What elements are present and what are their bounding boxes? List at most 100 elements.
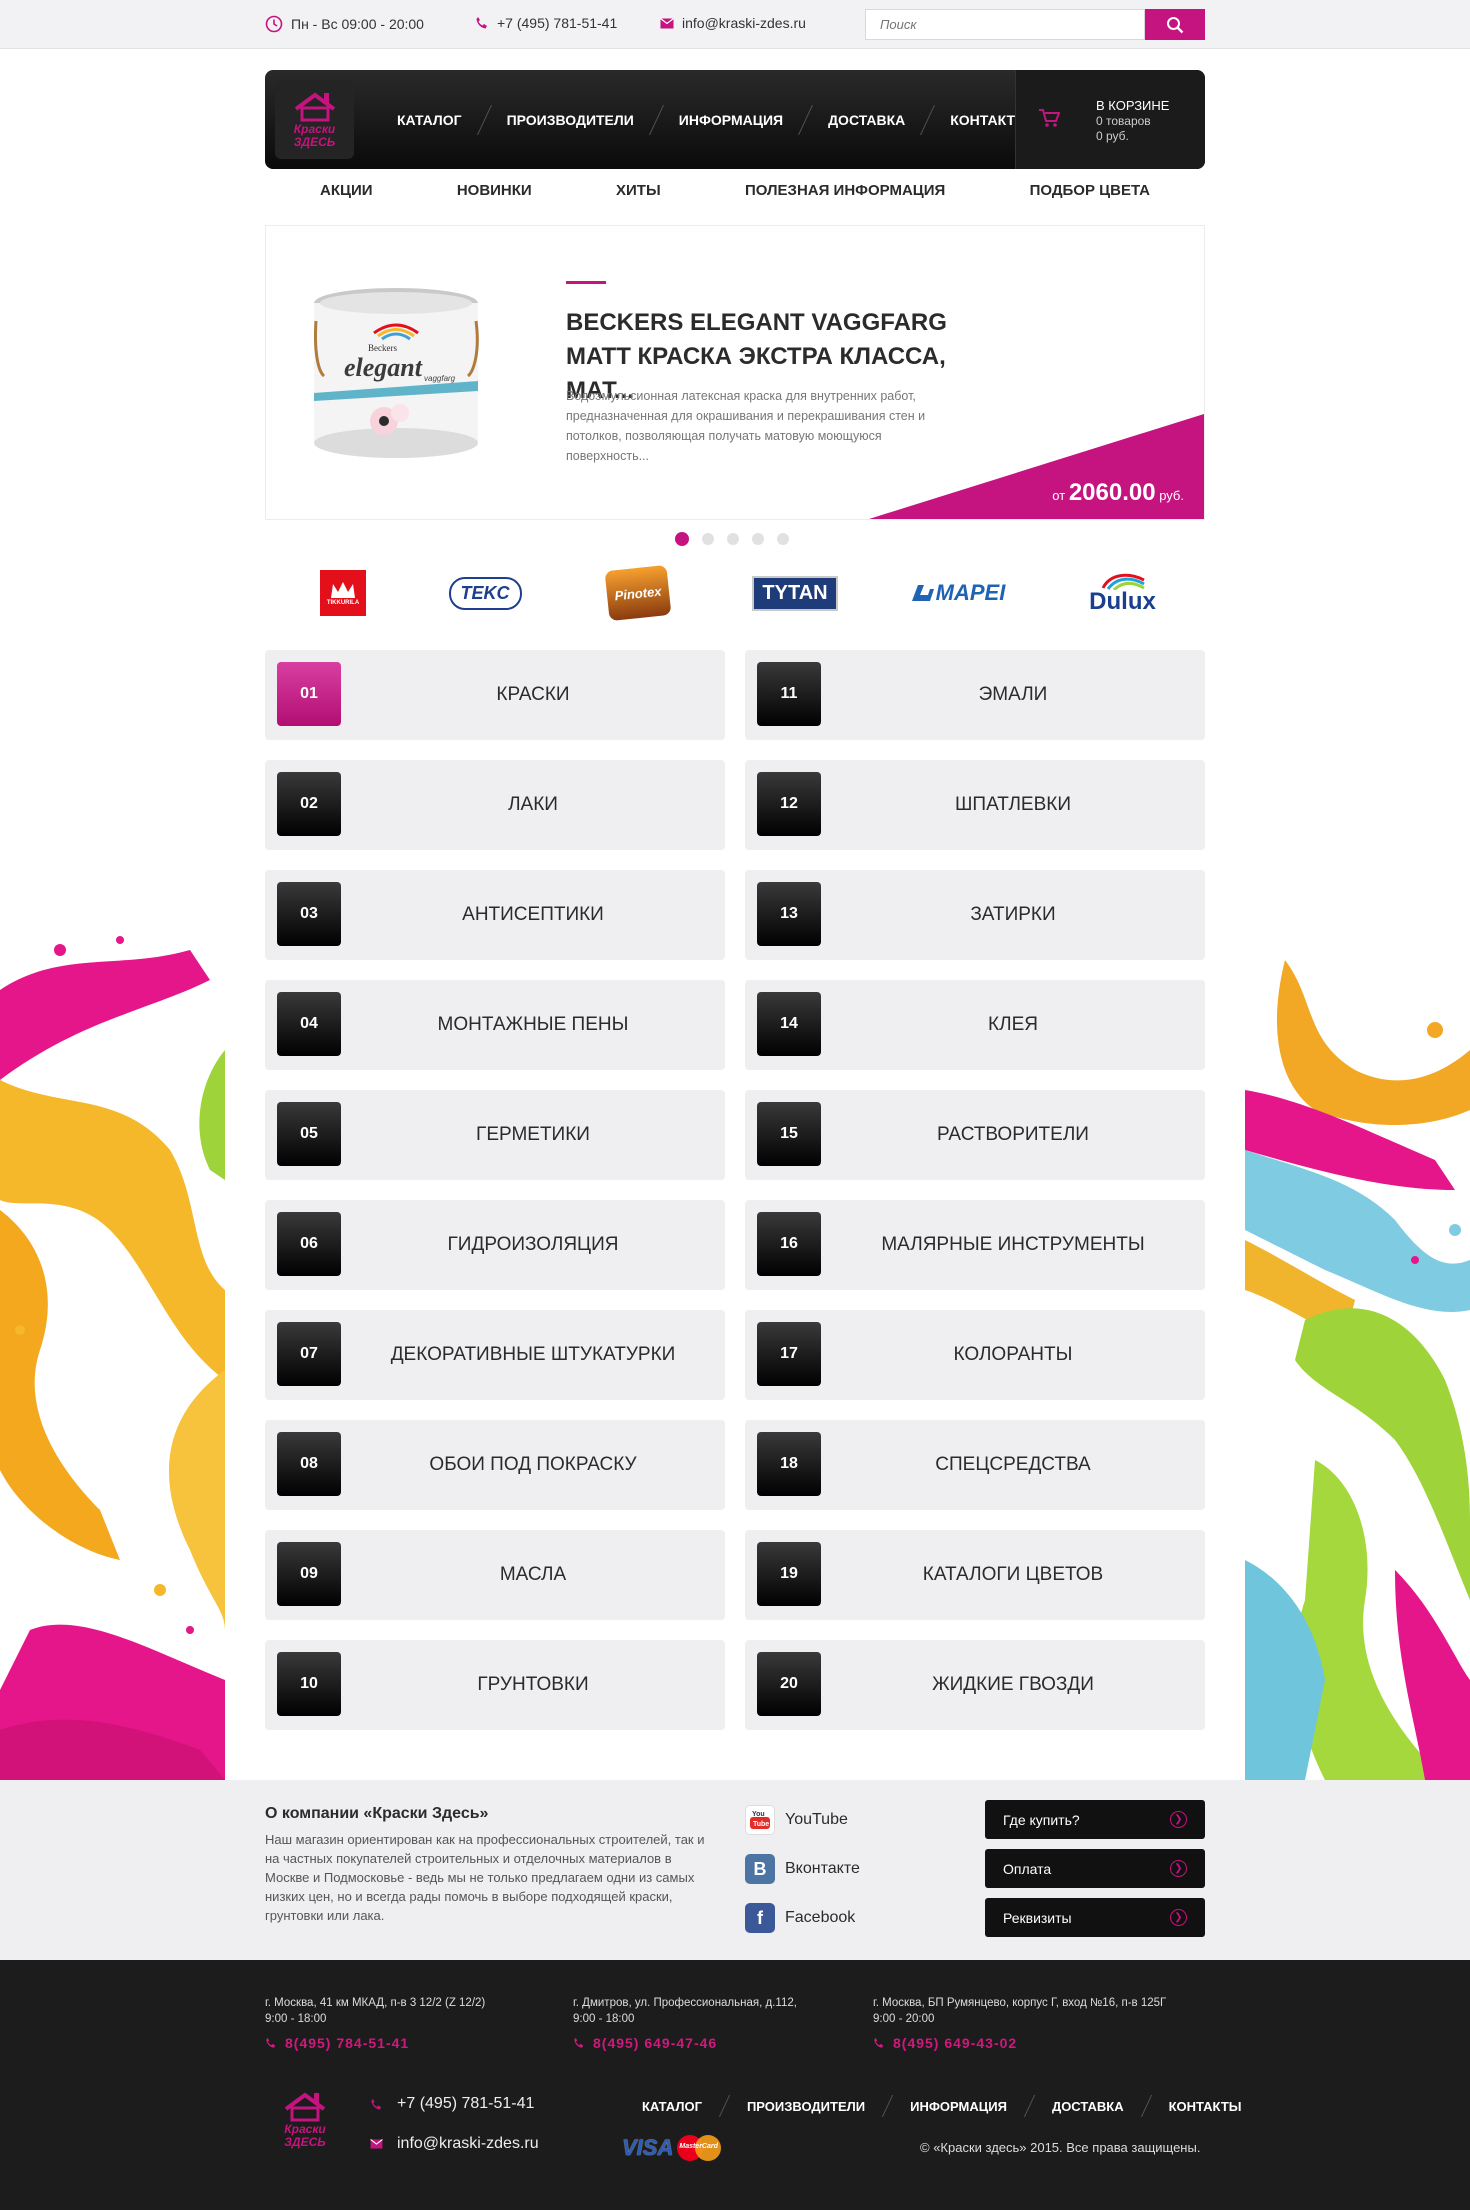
search-input[interactable] <box>866 10 1146 39</box>
category-tile[interactable]: 03 АНТИСЕПТИКИ <box>265 870 725 960</box>
address-text: г. Москва, БП Румянцево, корпус Г, вход … <box>873 1997 1167 2009</box>
brand-name: Dulux <box>1089 588 1156 615</box>
category-number: 01 <box>277 662 341 726</box>
about-section: О компании «Краски Здесь» Наш магазин ор… <box>0 1780 1470 1960</box>
category-label: РАСТВОРИТЕЛИ <box>937 1124 1089 1145</box>
footer-nav: КАТАЛОГ ПРОИЗВОДИТЕЛИ ИНФОРМАЦИЯ ДОСТАВК… <box>620 2095 1263 2117</box>
social-facebook[interactable]: f Facebook <box>745 1903 855 1933</box>
category-tile[interactable]: 10 ГРУНТОВКИ <box>265 1640 725 1730</box>
category-tile[interactable]: 13 ЗАТИРКИ <box>745 870 1205 960</box>
footer-phone[interactable]: +7 (495) 781-51-41 <box>370 2095 534 2113</box>
category-tile[interactable]: 18 СПЕЦСРЕДСТВА <box>745 1420 1205 1510</box>
paint-can-image: Beckers elegant vaggfarg <box>304 281 489 471</box>
footer-nav-delivery[interactable]: ДОСТАВКА <box>1030 2099 1146 2114</box>
paint-splash-right <box>1245 960 1470 1780</box>
footer-email[interactable]: info@kraski-zdes.ru <box>370 2135 539 2153</box>
search-button[interactable] <box>1145 9 1205 40</box>
category-number: 13 <box>757 882 821 946</box>
payment-button[interactable]: Оплата ❯ <box>985 1849 1205 1888</box>
social-youtube[interactable]: You Tube YouTube <box>745 1805 848 1835</box>
site-logo[interactable]: Краски Здесь <box>275 80 354 159</box>
category-label: ГРУНТОВКИ <box>477 1674 589 1695</box>
slider-dot[interactable] <box>702 533 714 545</box>
subnav-sales[interactable]: АКЦИИ <box>320 182 373 212</box>
nav-information[interactable]: ИНФОРМАЦИЯ <box>657 112 805 128</box>
category-number: 03 <box>277 882 341 946</box>
store-phone-1[interactable]: 8(495) 784-51-41 <box>265 2035 409 2051</box>
category-tile[interactable]: 12 ШПАТЛЕВКИ <box>745 760 1205 850</box>
subnav-useful-info[interactable]: ПОЛЕЗНАЯ ИНФОРМАЦИЯ <box>745 182 945 212</box>
slider-dot[interactable] <box>675 532 689 546</box>
cart-items-count: 0 товаров <box>1096 114 1151 128</box>
subnav-new[interactable]: НОВИНКИ <box>457 182 532 212</box>
logo-text-line1: Краски <box>293 121 336 136</box>
brand-teks[interactable]: TEKC <box>445 565 525 621</box>
nav-manufacturers[interactable]: ПРОИЗВОДИТЕЛИ <box>485 112 656 128</box>
top-bar: Пн - Вс 09:00 - 20:00 +7 (495) 781-51-41… <box>0 0 1470 49</box>
where-to-buy-button[interactable]: Где купить? ❯ <box>985 1800 1205 1839</box>
cart-widget[interactable]: В КОРЗИНЕ 0 товаров 0 руб. <box>1015 70 1205 169</box>
facebook-icon: f <box>745 1903 775 1933</box>
nav-catalog[interactable]: КАТАЛОГ <box>375 112 484 128</box>
footer-nav-contacts[interactable]: КОНТАКТЫ <box>1147 2099 1264 2114</box>
slider-dot[interactable] <box>752 533 764 545</box>
category-tile[interactable]: 16 МАЛЯРНЫЕ ИНСТРУМЕНТЫ <box>745 1200 1205 1290</box>
hours-text: Пн - Вс 09:00 - 20:00 <box>291 16 424 32</box>
slider-dot[interactable] <box>777 533 789 545</box>
category-tile[interactable]: 19 КАТАЛОГИ ЦВЕТОВ <box>745 1530 1205 1620</box>
category-label: ШПАТЛЕВКИ <box>955 794 1071 815</box>
nav-delivery[interactable]: ДОСТАВКА <box>806 112 927 128</box>
category-tile[interactable]: 15 РАСТВОРИТЕЛИ <box>745 1090 1205 1180</box>
footer-nav-information[interactable]: ИНФОРМАЦИЯ <box>888 2099 1029 2114</box>
category-number: 02 <box>277 772 341 836</box>
slider-dot[interactable] <box>727 533 739 545</box>
brand-tikkurila[interactable]: TIKKURILA <box>318 565 368 621</box>
category-tile[interactable]: 04 МОНТАЖНЫЕ ПЕНЫ <box>265 980 725 1070</box>
phone-icon <box>476 17 487 29</box>
subnav-hits[interactable]: ХИТЫ <box>616 182 661 212</box>
mail-icon <box>660 17 674 28</box>
brand-dulux[interactable]: Dulux <box>1080 565 1165 621</box>
brand-tytan[interactable]: TYTAN <box>752 565 838 621</box>
top-phone[interactable]: +7 (495) 781-51-41 <box>475 15 617 31</box>
requisites-button[interactable]: Реквизиты ❯ <box>985 1898 1205 1937</box>
logo-text-line2: Здесь <box>293 134 336 149</box>
social-vkontakte[interactable]: B Вконтакте <box>745 1854 860 1884</box>
category-tile[interactable]: 06 ГИДРОИЗОЛЯЦИЯ <box>265 1200 725 1290</box>
can-brand-text: Beckers <box>368 343 397 353</box>
secondary-nav: АКЦИИ НОВИНКИ ХИТЫ ПОЛЕЗНАЯ ИНФОРМАЦИЯ П… <box>265 182 1205 212</box>
store-phone-3[interactable]: 8(495) 649-43-02 <box>873 2035 1017 2051</box>
product-slider[interactable]: Beckers elegant vaggfarg BECKERS ELEGANT… <box>265 225 1205 520</box>
category-number: 16 <box>757 1212 821 1276</box>
footer-logo[interactable]: Краски Здесь <box>265 2080 345 2160</box>
store-phone-2[interactable]: 8(495) 649-47-46 <box>573 2035 717 2051</box>
category-number: 07 <box>277 1322 341 1386</box>
category-number: 09 <box>277 1542 341 1606</box>
category-number: 10 <box>277 1652 341 1716</box>
phone-text: 8(495) 649-43-02 <box>893 2035 1018 2051</box>
top-email[interactable]: info@kraski-zdes.ru <box>660 15 806 31</box>
category-tile[interactable]: 07 ДЕКОРАТИВНЫЕ ШТУКАТУРКИ <box>265 1310 725 1400</box>
category-tile[interactable]: 01 КРАСКИ <box>265 650 725 740</box>
phone-icon <box>266 2037 276 2048</box>
category-label: МАСЛА <box>499 1564 567 1585</box>
category-tile[interactable]: 05 ГЕРМЕТИКИ <box>265 1090 725 1180</box>
clock-icon <box>265 15 283 33</box>
address-hours: 9:00 - 18:00 <box>265 2013 327 2025</box>
footer-nav-catalog[interactable]: КАТАЛОГ <box>620 2099 724 2114</box>
category-tile[interactable]: 17 КОЛОРАНТЫ <box>745 1310 1205 1400</box>
category-tile[interactable]: 09 МАСЛА <box>265 1530 725 1620</box>
category-tile[interactable]: 11 ЭМАЛИ <box>745 650 1205 740</box>
brand-mapei[interactable]: MAPEI <box>900 565 1015 621</box>
brand-pinotex[interactable]: Pinotex <box>603 564 673 622</box>
category-tile[interactable]: 02 ЛАКИ <box>265 760 725 850</box>
teks-logo-icon: TEKC <box>448 576 522 610</box>
footer-nav-manufacturers[interactable]: ПРОИЗВОДИТЕЛИ <box>725 2099 887 2114</box>
category-tile[interactable]: 08 ОБОИ ПОД ПОКРАСКУ <box>265 1420 725 1510</box>
category-tile[interactable]: 20 ЖИДКИЕ ГВОЗДИ <box>745 1640 1205 1730</box>
main-header: Краски Здесь КАТАЛОГ ПРОИЗВОДИТЕЛИ ИНФОР… <box>265 70 1205 169</box>
email-text: info@kraski-zdes.ru <box>682 15 806 31</box>
category-tile[interactable]: 14 КЛЕЯ <box>745 980 1205 1070</box>
subnav-color-picker[interactable]: ПОДБОР ЦВЕТА <box>1030 182 1150 212</box>
working-hours: Пн - Вс 09:00 - 20:00 <box>265 15 424 33</box>
